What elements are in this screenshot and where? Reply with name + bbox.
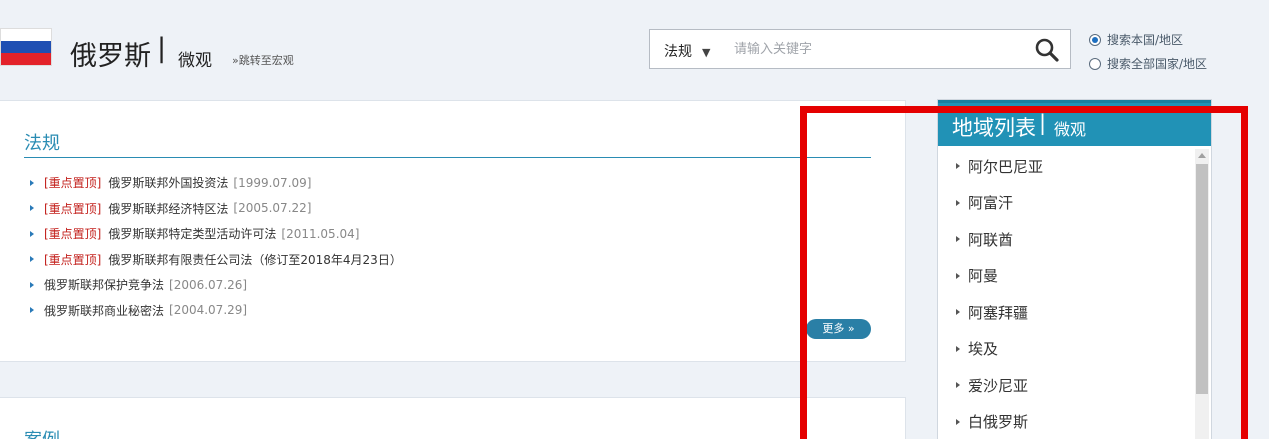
cases-title[interactable]: 案例 — [24, 426, 60, 439]
bullet-icon — [956, 236, 960, 243]
bullet-icon — [956, 199, 960, 206]
region-name: 埃及 — [968, 340, 999, 359]
region-item[interactable]: 阿尔巴尼亚 — [956, 148, 1043, 185]
region-list-title: 地域列表 — [952, 116, 1036, 140]
bullet-icon — [956, 345, 960, 352]
laws-list: [重点置顶] 俄罗斯联邦外国投资法 [1999.07.09] [重点置顶] 俄罗斯联邦… — [30, 170, 402, 323]
bullet-icon — [956, 382, 960, 389]
pinned-tag: [重点置顶] — [44, 252, 102, 267]
law-date: [2011.05.04] — [281, 226, 360, 241]
region-name: 阿尔巴尼亚 — [968, 157, 1044, 176]
law-item[interactable]: 俄罗斯联邦保护竞争法 [2006.07.26] — [30, 272, 402, 298]
region-item[interactable]: 埃及 — [956, 331, 1043, 368]
region-item[interactable]: 爱沙尼亚 — [956, 367, 1043, 404]
laws-title-divider — [24, 157, 871, 158]
law-name: 俄罗斯联邦商业秘密法 — [44, 303, 165, 318]
more-laws-button[interactable]: 更多 » — [806, 319, 871, 339]
bullet-icon — [30, 179, 34, 186]
law-name: 俄罗斯联邦特定类型活动许可法 — [108, 227, 277, 242]
law-date: [1999.07.09] — [233, 175, 312, 190]
pinned-tag: [重点置顶] — [44, 176, 102, 191]
bullet-icon — [956, 163, 960, 170]
region-list-subtitle: 微观 — [1054, 120, 1087, 139]
bullet-icon — [956, 272, 960, 279]
region-list-panel: 地域列表 | 微观 阿尔巴尼亚 阿富汗 阿联酋 阿曼 阿塞拜疆 埃及 爱沙尼亚 … — [937, 99, 1212, 439]
laws-title[interactable]: 法规 — [24, 129, 60, 155]
region-item[interactable]: 白俄罗斯 — [956, 404, 1043, 439]
pinned-tag: [重点置顶] — [44, 227, 102, 242]
region-item[interactable]: 阿曼 — [956, 258, 1043, 295]
region-item[interactable]: 阿塞拜疆 — [956, 294, 1043, 331]
region-name: 爱沙尼亚 — [968, 376, 1029, 395]
search-scope-all-radio[interactable]: 搜索全部国家/地区 — [1089, 55, 1207, 72]
view-level: 微观 — [178, 51, 212, 71]
radio-selected-icon — [1089, 33, 1101, 46]
search-type-label: 法规 — [664, 44, 692, 60]
search-icon[interactable] — [1034, 37, 1060, 63]
scrollbar-thumb[interactable] — [1196, 164, 1208, 394]
law-date: [2005.07.22] — [233, 201, 312, 216]
russia-flag-icon — [0, 28, 52, 66]
pinned-tag: [重点置顶] — [44, 201, 102, 216]
region-name: 白俄罗斯 — [968, 413, 1029, 432]
region-name: 阿联酋 — [968, 230, 1014, 249]
jump-to-macro-link[interactable]: »跳转至宏观 — [232, 52, 294, 68]
region-name: 阿富汗 — [968, 194, 1014, 213]
law-item[interactable]: [重点置顶] 俄罗斯联邦外国投资法 [1999.07.09] — [30, 170, 402, 196]
dropdown-arrow-icon: ▼ — [702, 46, 711, 59]
bullet-icon — [956, 418, 960, 425]
cases-panel: 案例 — [0, 397, 906, 439]
region-list: 阿尔巴尼亚 阿富汗 阿联酋 阿曼 阿塞拜疆 埃及 爱沙尼亚 白俄罗斯 — [956, 148, 1043, 439]
law-date: [2004.07.29] — [169, 303, 248, 318]
region-item[interactable]: 阿富汗 — [956, 185, 1043, 222]
scroll-up-icon[interactable] — [1198, 153, 1206, 158]
law-name: 俄罗斯联邦外国投资法 — [108, 176, 229, 191]
region-name: 阿曼 — [968, 267, 999, 286]
search-scope-all-label: 搜索全部国家/地区 — [1107, 57, 1208, 71]
law-item[interactable]: [重点置顶] 俄罗斯联邦经济特区法 [2005.07.22] — [30, 196, 402, 222]
radio-unselected-icon — [1089, 57, 1101, 70]
law-item[interactable]: [重点置顶] 俄罗斯联邦有限责任公司法（修订至2018年4月23日） — [30, 247, 402, 273]
law-name: 俄罗斯联邦保护竞争法 — [44, 278, 165, 293]
law-item[interactable]: 俄罗斯联邦商业秘密法 [2004.07.29] — [30, 298, 402, 324]
law-date: [2006.07.26] — [169, 277, 248, 292]
region-item[interactable]: 阿联酋 — [956, 221, 1043, 258]
bullet-icon — [30, 256, 34, 263]
search-scope-local-label: 搜索本国/地区 — [1107, 33, 1184, 47]
region-list-scrollbar[interactable] — [1195, 149, 1209, 439]
search-scope-local-radio[interactable]: 搜索本国/地区 — [1089, 31, 1183, 48]
search-box: 法规 ▼ — [649, 29, 1071, 69]
bullet-icon — [956, 309, 960, 316]
law-name: 俄罗斯联邦经济特区法 — [108, 201, 229, 216]
bullet-icon — [30, 230, 34, 237]
country-name: 俄罗斯 — [70, 41, 151, 72]
title-separator: | — [157, 33, 167, 64]
law-item[interactable]: [重点置顶] 俄罗斯联邦特定类型活动许可法 [2011.05.04] — [30, 221, 402, 247]
bullet-icon — [30, 307, 34, 314]
bullet-icon — [30, 205, 34, 212]
region-title-separator: | — [1039, 111, 1047, 135]
search-type-dropdown[interactable]: 法规 ▼ — [664, 41, 710, 61]
laws-panel: 法规 [重点置顶] 俄罗斯联邦外国投资法 [1999.07.09] [重点置顶] 俄罗… — [0, 100, 906, 362]
search-input[interactable] — [734, 37, 1014, 61]
bullet-icon — [30, 281, 34, 288]
region-name: 阿塞拜疆 — [968, 303, 1029, 322]
law-name: 俄罗斯联邦有限责任公司法（修订至2018年4月23日） — [108, 252, 402, 267]
region-list-header: 地域列表 | 微观 — [938, 100, 1211, 146]
